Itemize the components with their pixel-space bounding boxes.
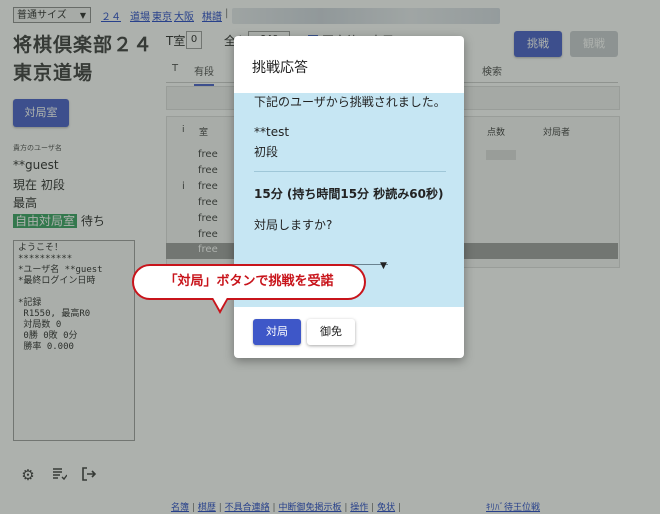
- callout-tail-inner: [212, 296, 228, 310]
- challenger-name: **test: [254, 125, 290, 139]
- dialog-title: 挑戦応答: [252, 60, 308, 76]
- chevron-down-icon[interactable]: ▼: [380, 261, 387, 271]
- instruction-callout: 「対局」ボタンで挑戦を受諾: [132, 264, 366, 300]
- dialog-header: 挑戦応答: [234, 36, 464, 92]
- dialog-intro: 下記のユーザから挑戦されました。: [254, 95, 446, 109]
- decline-button[interactable]: 御免: [307, 319, 355, 345]
- challenge-response-dialog: 挑戦応答 下記のユーザから挑戦されました。 **test 初段 15分 (持ち時…: [234, 36, 464, 358]
- dialog-divider: [254, 171, 446, 172]
- dialog-question: 対局しますか?: [254, 218, 333, 232]
- challenger-rank: 初段: [254, 145, 279, 159]
- accept-button[interactable]: 対局: [253, 319, 301, 345]
- time-control: 15分 (持ち時間15分 秒読み60秒): [254, 187, 444, 201]
